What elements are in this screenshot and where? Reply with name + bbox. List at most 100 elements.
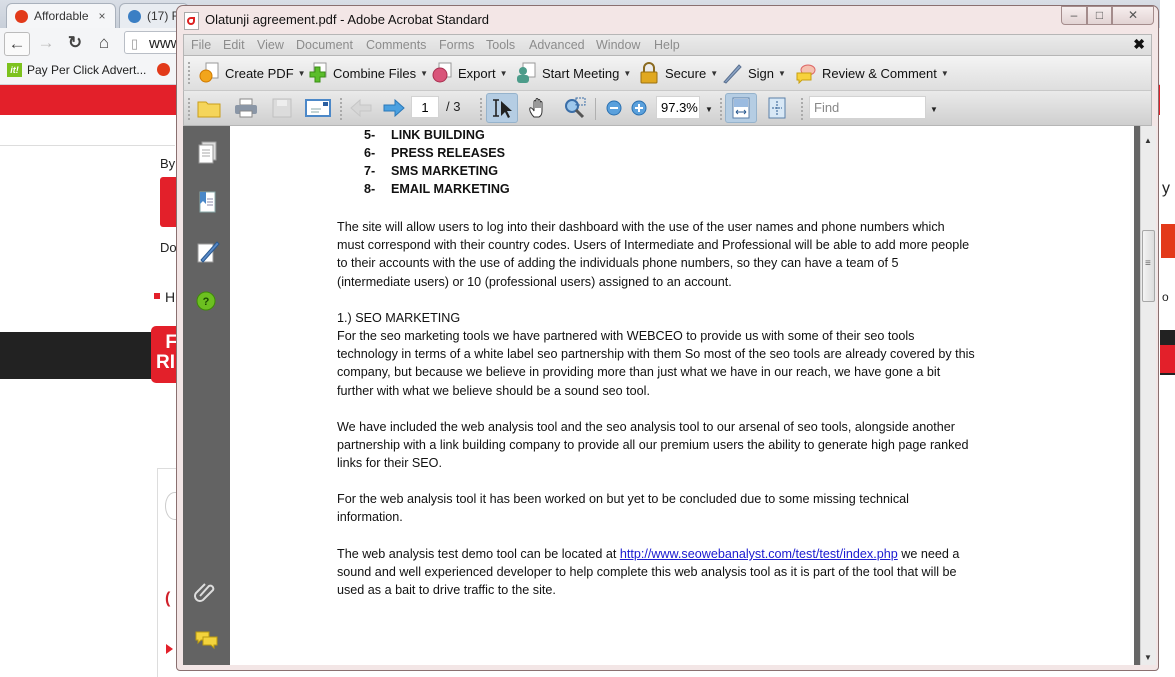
comments-panel-button[interactable] — [194, 628, 220, 654]
menu-window[interactable]: Window — [596, 38, 640, 52]
start-meeting-icon — [515, 62, 537, 84]
menu-advanced[interactable]: Advanced — [529, 38, 585, 52]
menu-tools[interactable]: Tools — [486, 38, 515, 52]
close-document-icon[interactable]: ✖ — [1133, 36, 1145, 53]
page-number-input[interactable]: 1 — [411, 96, 439, 118]
pages-panel-button[interactable] — [194, 140, 220, 166]
select-tool-button[interactable] — [486, 93, 518, 123]
toolbar-grip[interactable] — [188, 98, 193, 120]
page-icon: ▯ — [131, 36, 139, 51]
main-toolbar: 1 / 3 97.3% ▼ Find ▼ — [183, 90, 1152, 126]
fit-page-button[interactable] — [764, 96, 790, 120]
previous-page-button[interactable] — [348, 96, 374, 120]
reload-button[interactable]: ↻ — [63, 32, 87, 54]
toolbar-grip[interactable] — [188, 62, 193, 84]
menu-forms[interactable]: Forms — [439, 38, 474, 52]
home-button[interactable]: ⌂ — [92, 32, 116, 54]
task-label: Sign — [748, 65, 775, 81]
list-number: 5- — [364, 128, 376, 142]
bookmark-label: Pay Per Click Advert... — [27, 63, 147, 77]
menu-view[interactable]: View — [257, 38, 284, 52]
comments-icon — [195, 631, 218, 650]
tab-favicon-icon — [15, 9, 28, 23]
list-number: 8- — [364, 182, 376, 196]
navigation-pane: ? — [183, 126, 230, 665]
back-button[interactable]: ← — [4, 32, 30, 56]
find-input[interactable]: Find — [809, 96, 926, 119]
menu-file[interactable]: File — [191, 38, 211, 52]
help-icon: ? — [196, 291, 216, 311]
text-line: For the web analysis tool it has been wo… — [337, 492, 909, 506]
chevron-down-icon: ▼ — [940, 68, 949, 78]
text-line: links for their SEO. — [337, 456, 442, 471]
print-button[interactable] — [233, 96, 259, 120]
bookmarks-panel-button[interactable] — [194, 189, 220, 215]
comment-bubble-icon — [795, 62, 817, 85]
attachments-panel-button[interactable] — [194, 578, 220, 604]
text-line: The site will allow users to log into th… — [337, 220, 945, 234]
scroll-down-icon[interactable]: ▼ — [1144, 653, 1152, 662]
document-view[interactable]: 5- LINK BUILDING 6- PRESS RELEASES 7- SMS M… — [230, 126, 1140, 665]
text-line: partnership with a link building company… — [337, 438, 969, 453]
menu-edit[interactable]: Edit — [223, 38, 245, 52]
paragraph-tools: We have included the web analysis tool a… — [337, 418, 1037, 473]
next-page-button[interactable] — [381, 96, 407, 120]
signatures-panel-button[interactable] — [194, 239, 220, 265]
close-window-button[interactable]: ✕ — [1112, 6, 1154, 25]
create-pdf-button[interactable]: Create PDF ▼ — [198, 60, 306, 86]
paragraph-login: The site will allow users to log into th… — [337, 218, 1037, 291]
save-button[interactable] — [269, 96, 295, 120]
combine-files-button[interactable]: Combine Files ▼ — [306, 60, 428, 86]
lock-icon — [638, 62, 660, 84]
zoom-in-button[interactable] — [626, 96, 652, 120]
zoom-level-input[interactable]: 97.3% — [656, 96, 700, 119]
sign-button[interactable]: Sign ▼ — [721, 60, 786, 86]
signature-icon — [197, 241, 220, 263]
bookmark-item[interactable]: it! Pay Per Click Advert... — [7, 63, 146, 77]
text-span: The web analysis test demo tool can be l… — [337, 547, 620, 561]
marquee-zoom-button[interactable] — [562, 96, 588, 120]
section-heading: 1.) SEO MARKETING — [337, 309, 1037, 327]
text-span: we need a — [897, 547, 960, 561]
red-block — [1161, 224, 1175, 258]
start-meeting-button[interactable]: Start Meeting ▼ — [515, 60, 631, 86]
text-line: information. — [337, 510, 403, 525]
pages-icon — [198, 141, 217, 164]
text-line: We have included the web analysis tool a… — [337, 420, 955, 434]
text-fragment: o — [1162, 290, 1169, 304]
chevron-down-icon: ▼ — [499, 68, 508, 78]
maximize-button[interactable]: □ — [1087, 6, 1112, 25]
demo-tool-link[interactable]: http://www.seowebanalyst.com/test/test/i… — [620, 547, 898, 561]
hand-tool-button[interactable] — [526, 96, 552, 120]
tab-close-icon[interactable]: × — [99, 9, 106, 23]
minimize-button[interactable]: – — [1061, 6, 1087, 25]
zoom-dropdown-icon[interactable]: ▼ — [705, 105, 713, 114]
toolbar-separator — [595, 98, 596, 120]
scroll-up-icon[interactable]: ▲ — [1144, 136, 1152, 145]
svg-text:?: ? — [203, 296, 210, 308]
browser-tab-affordable[interactable]: Affordable × — [6, 3, 116, 28]
review-comment-button[interactable]: Review & Comment ▼ — [795, 60, 949, 86]
menu-comments[interactable]: Comments — [366, 38, 426, 52]
page-count: / 3 — [446, 99, 461, 114]
forward-button[interactable]: → — [34, 32, 58, 54]
window-title: Olatunji agreement.pdf - Adobe Acrobat S… — [205, 12, 490, 27]
text-line: The web analysis test demo tool can be l… — [337, 545, 1037, 563]
menu-document[interactable]: Document — [296, 38, 353, 52]
open-button[interactable] — [196, 96, 222, 120]
window-titlebar[interactable]: Olatunji agreement.pdf - Adobe Acrobat S… — [177, 6, 1158, 34]
paperclip-icon — [194, 583, 215, 602]
zoom-out-button[interactable] — [601, 96, 627, 120]
vertical-scrollbar[interactable]: ▲ ▼ — [1140, 126, 1156, 665]
fit-width-button[interactable] — [725, 93, 757, 123]
export-button[interactable]: Export ▼ — [431, 60, 508, 86]
bookmark-item-2[interactable] — [157, 63, 170, 76]
menu-help[interactable]: Help — [654, 38, 680, 52]
scrollbar-thumb[interactable] — [1142, 230, 1155, 302]
help-panel-button[interactable]: ? — [194, 289, 220, 315]
text-line: sound and well experienced developer to … — [337, 565, 957, 580]
secure-button[interactable]: Secure ▼ — [638, 60, 718, 86]
create-pdf-icon — [198, 62, 220, 84]
email-button[interactable] — [305, 96, 331, 120]
find-dropdown-icon[interactable]: ▼ — [930, 105, 938, 114]
